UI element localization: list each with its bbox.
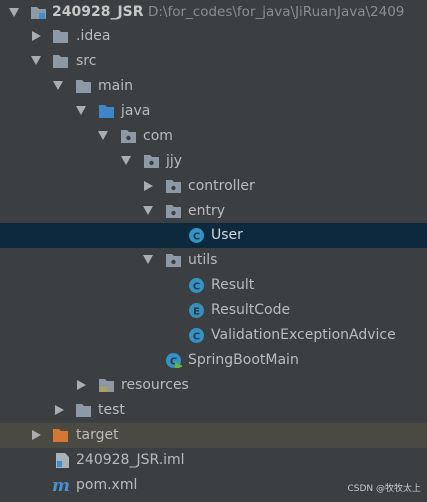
folder-icon <box>76 404 91 417</box>
tree-label-user: User <box>211 227 243 243</box>
tree-label-resources: resources <box>121 377 189 393</box>
enum-icon: E <box>189 303 204 318</box>
tree-label-java: java <box>121 103 151 119</box>
package-icon <box>144 155 159 168</box>
tree-row-iml[interactable]: 240928_JSR.iml <box>0 448 427 473</box>
tree-row-user[interactable]: C User <box>0 223 427 248</box>
chevron-right-icon[interactable] <box>32 430 41 440</box>
package-icon <box>121 130 136 143</box>
chevron-right-icon[interactable] <box>77 380 86 390</box>
class-icon: C <box>189 228 204 243</box>
tree-label-test: test <box>98 402 125 418</box>
tree-row-result-code[interactable]: E ResultCode <box>0 298 427 323</box>
tree-row-utils[interactable]: utils <box>0 248 427 273</box>
tree-label-src: src <box>76 53 97 69</box>
tree-label-com: com <box>143 128 173 144</box>
tree-label-target: target <box>76 427 119 443</box>
tree-row-jjy[interactable]: jjy <box>0 149 427 174</box>
folder-icon <box>53 55 68 68</box>
excluded-folder-icon <box>53 429 68 442</box>
chevron-right-icon[interactable] <box>55 405 64 415</box>
class-icon: C <box>189 328 204 343</box>
tree-label-idea: .idea <box>76 28 111 44</box>
tree-row-target[interactable]: target <box>0 423 427 448</box>
tree-row-result[interactable]: C Result <box>0 273 427 298</box>
tree-row-java[interactable]: java <box>0 99 427 124</box>
tree-label-result: Result <box>211 277 255 293</box>
package-icon <box>166 254 181 267</box>
svg-text:m: m <box>52 477 69 493</box>
chevron-down-icon[interactable] <box>31 56 41 65</box>
svg-text:C: C <box>193 332 200 343</box>
project-name: 240928_JSR <box>52 4 144 20</box>
tree-label-pom: pom.xml <box>76 477 138 493</box>
package-icon <box>166 180 181 193</box>
tree-label-entry: entry <box>188 203 226 219</box>
tree-row-idea[interactable]: .idea <box>0 24 427 49</box>
tree-label-validation: ValidationExceptionAdvice <box>211 327 396 343</box>
chevron-down-icon[interactable] <box>76 106 86 115</box>
chevron-down-icon[interactable] <box>53 81 63 90</box>
chevron-down-icon[interactable] <box>121 156 131 165</box>
tree-label-spring-main: SpringBootMain <box>188 352 299 368</box>
tree-label-utils: utils <box>188 252 218 268</box>
tree-row-project[interactable]: 240928_JSR D:\for_codes\for_java\JiRuanJ… <box>0 0 427 25</box>
tree-label-controller: controller <box>188 178 255 194</box>
project-path: D:\for_codes\for_java\JiRuanJava\2409 <box>147 4 405 20</box>
chevron-down-icon[interactable] <box>9 8 19 17</box>
svg-text:E: E <box>193 307 200 318</box>
chevron-right-icon[interactable] <box>32 31 41 41</box>
class-icon: C <box>189 278 204 293</box>
package-icon <box>166 205 181 218</box>
tree-row-com[interactable]: com <box>0 124 427 149</box>
tree-row-src[interactable]: src <box>0 49 427 74</box>
tree-label-result-code: ResultCode <box>211 302 291 318</box>
folder-icon <box>76 80 91 93</box>
tree-row-main[interactable]: main <box>0 74 427 99</box>
tree-row-spring-main[interactable]: C SpringBootMain <box>0 348 427 373</box>
source-folder-icon <box>99 105 114 118</box>
tree-row-validation[interactable]: C ValidationExceptionAdvice <box>0 323 427 348</box>
svg-text:C: C <box>193 282 200 293</box>
tree-row-resources[interactable]: resources <box>0 373 427 398</box>
maven-icon: m <box>52 477 69 493</box>
watermark: CSDN @牧牧太上 <box>347 484 421 494</box>
iml-file-icon <box>56 453 69 468</box>
tree-row-entry[interactable]: entry <box>0 199 427 224</box>
chevron-down-icon[interactable] <box>98 131 108 140</box>
chevron-down-icon[interactable] <box>143 255 153 264</box>
tree-row-test[interactable]: test <box>0 398 427 423</box>
svg-text:C: C <box>193 232 200 243</box>
tree-row-controller[interactable]: controller <box>0 174 427 199</box>
chevron-right-icon[interactable] <box>144 181 153 191</box>
spring-boot-class-icon: C <box>166 353 182 368</box>
tree-label-main: main <box>98 78 133 94</box>
tree-label-jjy: jjy <box>166 153 183 169</box>
resources-folder-icon <box>99 379 114 392</box>
folder-icon <box>53 30 68 43</box>
tree-label-iml: 240928_JSR.iml <box>76 452 185 468</box>
project-module-icon <box>31 7 46 19</box>
chevron-down-icon[interactable] <box>143 206 153 215</box>
